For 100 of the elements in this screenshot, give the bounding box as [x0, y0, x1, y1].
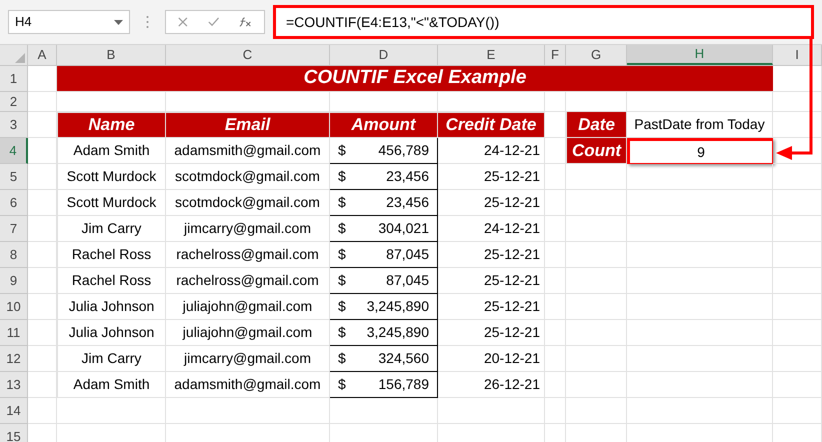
row-header[interactable]: 8: [0, 242, 28, 268]
empty-cell: [566, 164, 627, 190]
empty-cell: [773, 372, 822, 398]
currency-symbol: $: [338, 297, 346, 316]
more-icon: [146, 15, 149, 29]
amount-value: 3,245,890: [366, 323, 429, 342]
empty-cell: [773, 216, 822, 242]
table-cell: Adam Smith: [57, 372, 166, 398]
column-header[interactable]: D: [330, 45, 438, 65]
table-cell: 25-12-21: [438, 190, 545, 216]
empty-cell: [773, 190, 822, 216]
empty-cell: [773, 320, 822, 346]
table-cell: Scott Murdock: [57, 164, 166, 190]
row-header[interactable]: 10: [0, 294, 28, 320]
table-cell: 25-12-21: [438, 164, 545, 190]
currency-symbol: $: [338, 167, 346, 186]
cancel-icon[interactable]: [178, 16, 188, 28]
row-header[interactable]: 12: [0, 346, 28, 372]
row-header[interactable]: 11: [0, 320, 28, 346]
column-header[interactable]: B: [57, 45, 166, 65]
table-cell: Scott Murdock: [57, 190, 166, 216]
empty-cell: [773, 112, 822, 138]
table-cell: Jim Carry: [57, 346, 166, 372]
formula-bar[interactable]: =COUNTIF(E4:E13,"<"&TODAY()): [273, 5, 814, 39]
empty-cell: [566, 216, 627, 242]
function-icon[interactable]: [239, 16, 252, 28]
row-header[interactable]: 13: [0, 372, 28, 398]
empty-cell: [545, 294, 566, 320]
table-cell: 25-12-21: [438, 242, 545, 268]
empty-cell: [566, 294, 627, 320]
row-header[interactable]: 5: [0, 164, 28, 190]
row-header[interactable]: 2: [0, 92, 28, 112]
empty-cell: [545, 346, 566, 372]
amount-value: 23,456: [386, 167, 429, 186]
column-header[interactable]: H: [627, 45, 773, 65]
table-cell: scotmdock@gmail.com: [166, 190, 330, 216]
header-cell: Name: [57, 112, 166, 138]
check-icon[interactable]: [208, 16, 220, 28]
table-cell: Adam Smith: [57, 138, 166, 164]
row-header[interactable]: 3: [0, 112, 28, 138]
amount-value: 87,045: [386, 271, 429, 290]
empty-cell: [545, 164, 566, 190]
header-cell: Amount: [330, 112, 438, 138]
table-cell: adamsmith@gmail.com: [166, 138, 330, 164]
empty-cell: [545, 242, 566, 268]
amount-value: 456,789: [378, 141, 429, 160]
dropdown-icon[interactable]: [114, 20, 123, 24]
header-cell: Date: [566, 112, 627, 138]
column-header[interactable]: I: [773, 45, 822, 65]
table-cell: 9: [627, 138, 773, 164]
empty-cell: [566, 320, 627, 346]
empty-cell: [545, 268, 566, 294]
name-box[interactable]: H4: [8, 10, 130, 34]
empty-cell: [566, 346, 627, 372]
row-header[interactable]: 9: [0, 268, 28, 294]
amount-value: 87,045: [386, 245, 429, 264]
currency-symbol: $: [338, 219, 346, 238]
empty-cell: [545, 190, 566, 216]
empty-cell: [773, 92, 822, 112]
table-cell: juliajohn@gmail.com: [166, 320, 330, 346]
table-cell: adamsmith@gmail.com: [166, 372, 330, 398]
amount-value: 156,789: [378, 375, 429, 394]
table-cell: rachelross@gmail.com: [166, 268, 330, 294]
table-cell: 25-12-21: [438, 294, 545, 320]
currency-symbol: $: [338, 271, 346, 290]
empty-cell: [773, 398, 822, 424]
header-cell: Count: [566, 138, 627, 164]
row-header[interactable]: 7: [0, 216, 28, 242]
header-cell: Email: [166, 112, 330, 138]
currency-symbol: $: [338, 323, 346, 342]
header-cell: Credit Date: [438, 112, 545, 138]
row-header[interactable]: 6: [0, 190, 28, 216]
row-header[interactable]: 14: [0, 398, 28, 424]
table-cell: scotmdock@gmail.com: [166, 164, 330, 190]
empty-cell: [545, 398, 566, 424]
row-header[interactable]: 4: [0, 138, 28, 164]
column-header[interactable]: F: [545, 45, 566, 65]
currency-symbol: $: [338, 245, 346, 264]
column-header[interactable]: C: [166, 45, 330, 65]
column-header[interactable]: A: [28, 45, 57, 65]
table-cell: Rachel Ross: [57, 268, 166, 294]
amount-value: 23,456: [386, 193, 429, 212]
amount-value: 324,560: [378, 349, 429, 368]
sheet-title: COUNTIF Excel Example: [57, 66, 773, 91]
amount-value: 304,021: [378, 219, 429, 238]
empty-cell: [773, 346, 822, 372]
empty-cell: [773, 268, 822, 294]
table-cell: 24-12-21: [438, 216, 545, 242]
currency-symbol: $: [338, 375, 346, 394]
table-cell: rachelross@gmail.com: [166, 242, 330, 268]
select-all-icon[interactable]: [15, 53, 25, 63]
row-header[interactable]: 1: [0, 66, 28, 92]
column-header[interactable]: E: [438, 45, 545, 65]
table-cell: 24-12-21: [438, 138, 545, 164]
table-cell: 25-12-21: [438, 320, 545, 346]
table-cell: 20-12-21: [438, 346, 545, 372]
currency-symbol: $: [338, 193, 346, 212]
empty-cell: [566, 190, 627, 216]
table-cell: Julia Johnson: [57, 294, 166, 320]
row-header[interactable]: 15: [0, 424, 28, 442]
